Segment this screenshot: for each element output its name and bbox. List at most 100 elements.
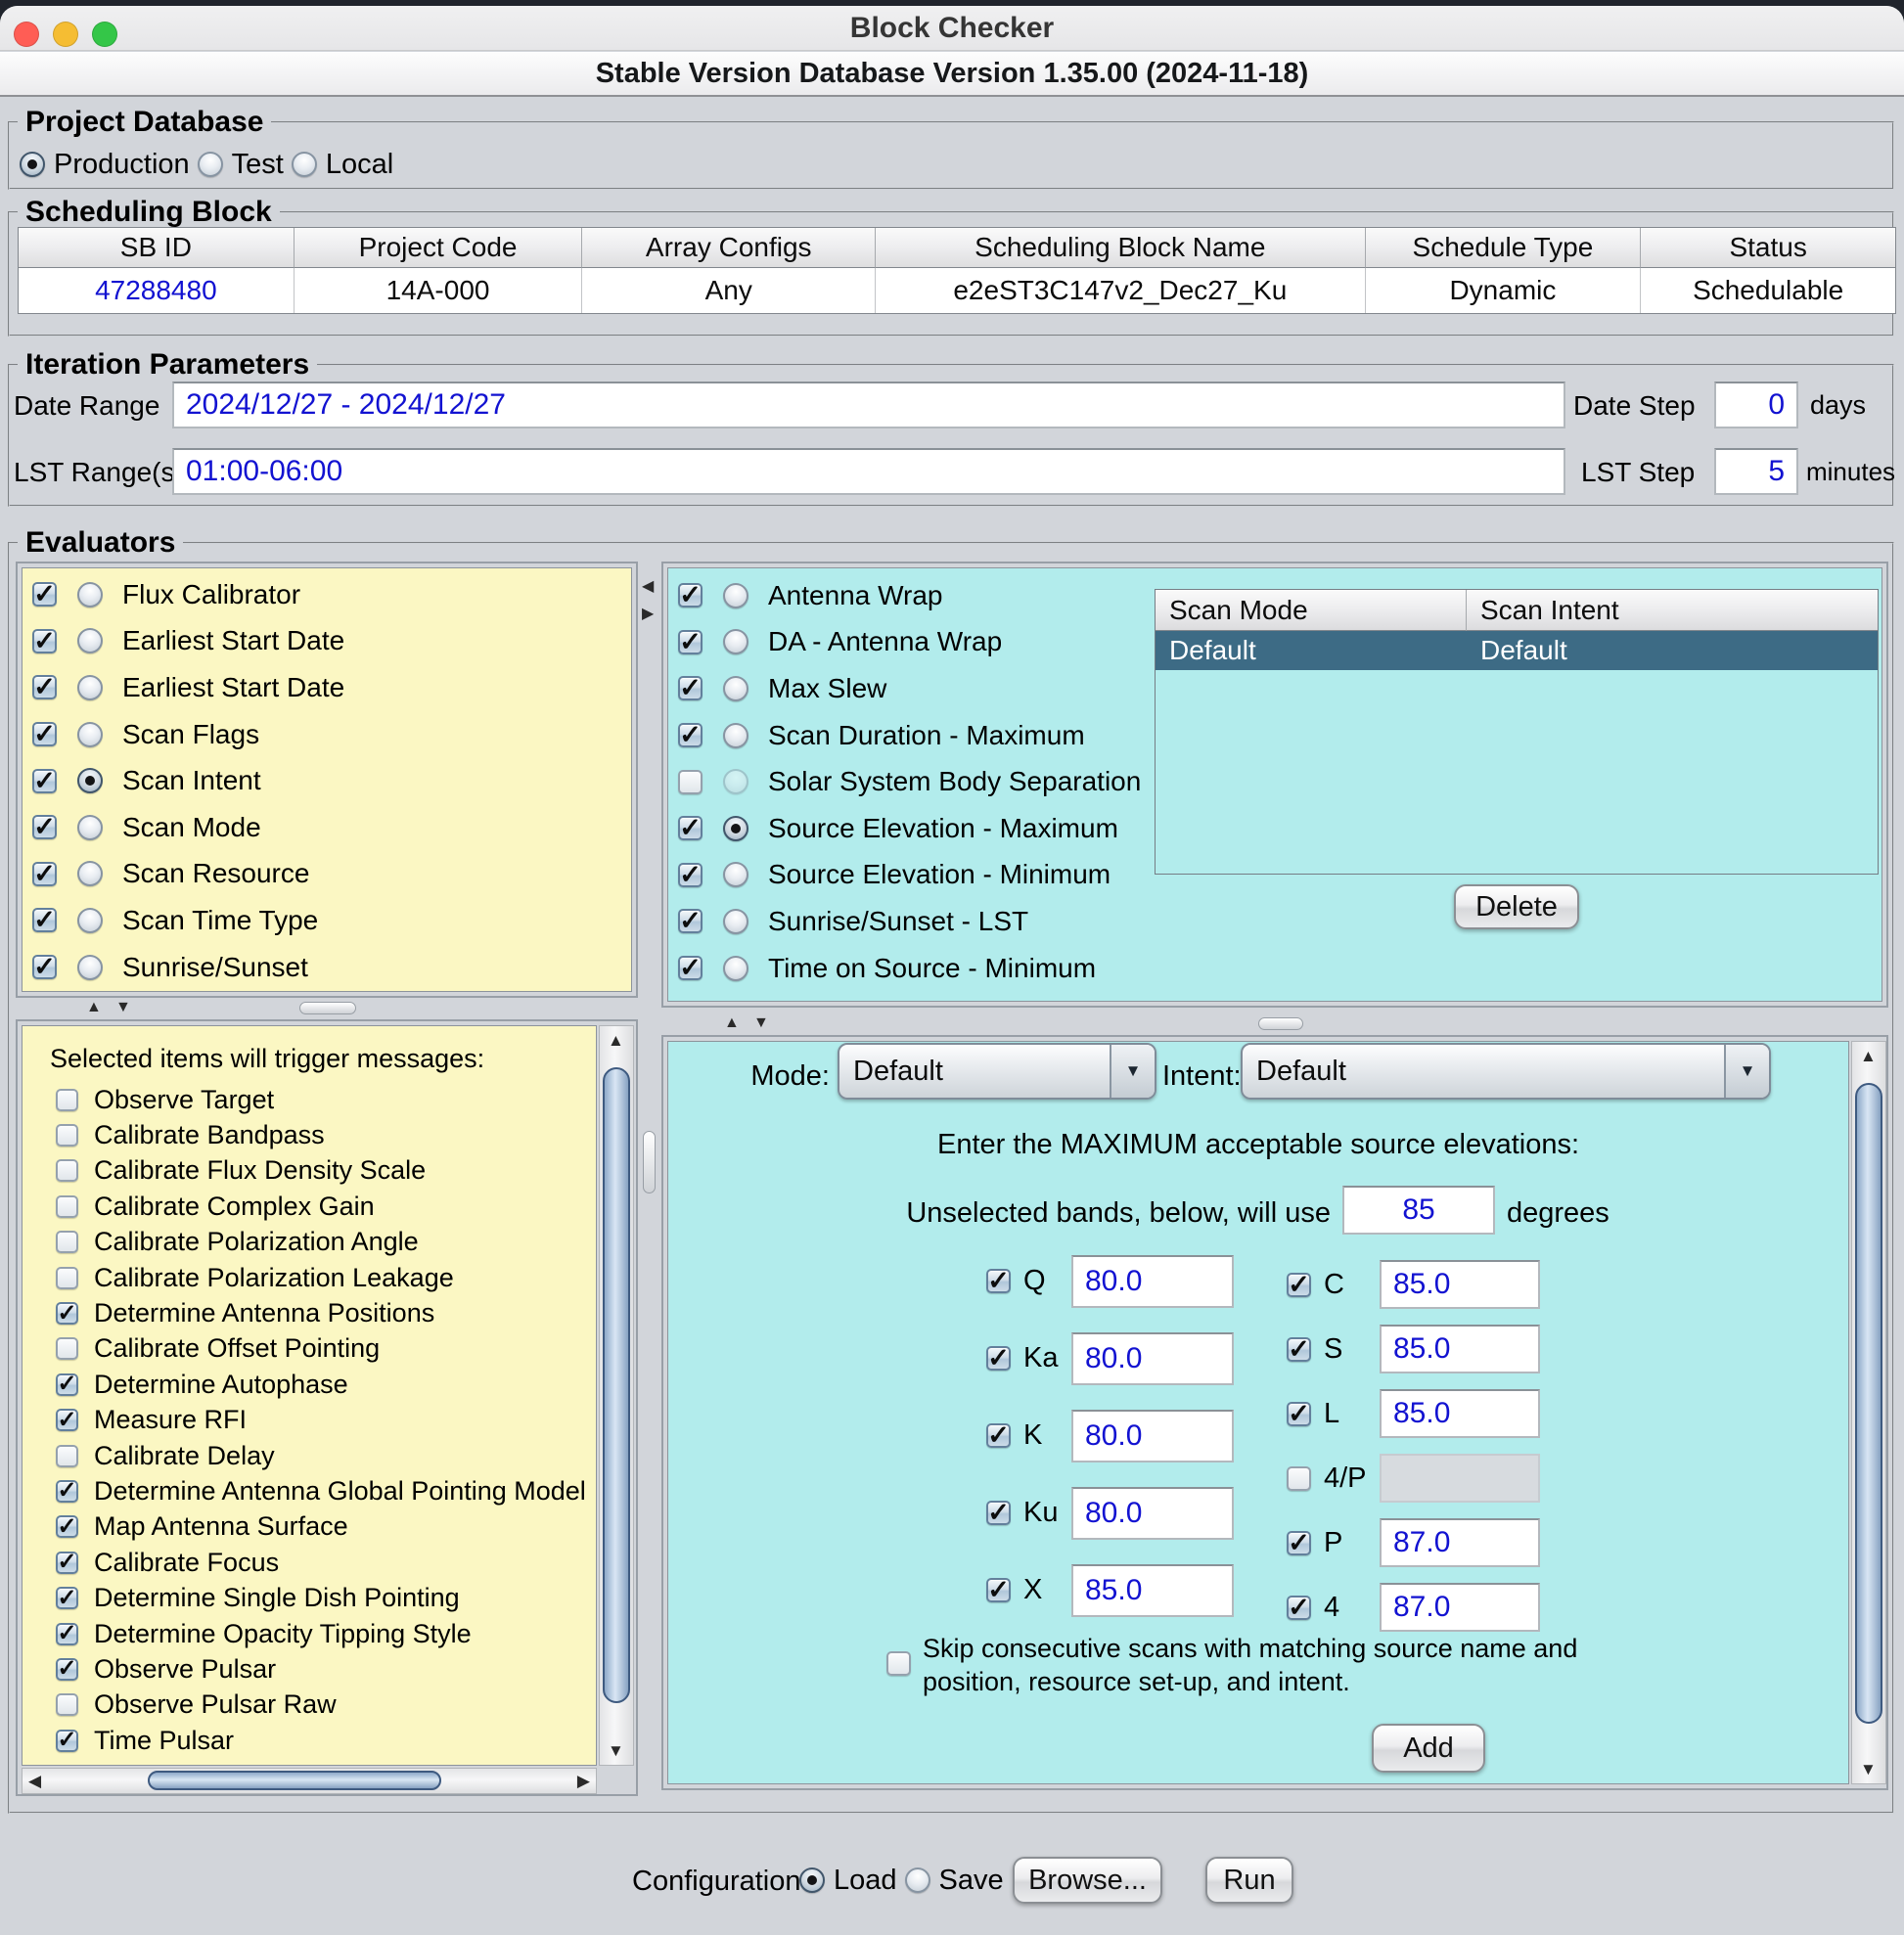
band-checkbox[interactable] xyxy=(1287,1466,1311,1491)
band-elevation-input[interactable]: 85.0 xyxy=(1071,1564,1234,1617)
splitter-collapse-right-icon[interactable]: ▶ xyxy=(642,607,654,622)
constraint-checkbox[interactable]: ✓ xyxy=(678,909,703,933)
trigger-checkbox[interactable] xyxy=(56,1195,78,1218)
trigger-checkbox[interactable] xyxy=(56,1159,78,1182)
evaluator-checkbox[interactable]: ✓ xyxy=(32,815,57,839)
evaluator-radio[interactable] xyxy=(77,908,103,933)
vertical-splitter-grip[interactable] xyxy=(643,1131,656,1193)
lst-step-input[interactable]: 5 xyxy=(1714,448,1798,495)
evaluator-radio[interactable] xyxy=(77,955,103,980)
constraint-checkbox[interactable]: ✓ xyxy=(678,630,703,654)
band-checkbox[interactable]: ✓ xyxy=(1287,1337,1311,1362)
trigger-vscrollbar[interactable]: ▲ ▼ xyxy=(599,1025,634,1766)
trigger-checkbox[interactable] xyxy=(56,1445,78,1467)
band-checkbox[interactable]: ✓ xyxy=(986,1269,1011,1293)
column-header-sb-id[interactable]: SB ID xyxy=(19,228,295,268)
right-splitter-up-icon[interactable]: ▲ xyxy=(724,1015,740,1031)
band-elevation-input[interactable]: 85.0 xyxy=(1380,1389,1540,1438)
configuration-option-save[interactable]: Save xyxy=(905,1865,1012,1897)
date-range-input[interactable]: 2024/12/27 - 2024/12/27 xyxy=(172,382,1565,428)
detail-vscroll-thumb[interactable] xyxy=(1855,1083,1882,1724)
trigger-hscrollbar[interactable]: ◀ ▶ xyxy=(22,1768,597,1794)
project-db-option-test[interactable]: Test xyxy=(198,149,292,181)
close-icon[interactable] xyxy=(14,22,39,47)
configuration-option-radio[interactable] xyxy=(905,1868,930,1893)
constraint-radio[interactable] xyxy=(723,909,748,934)
project-db-option-radio[interactable] xyxy=(292,152,317,177)
scroll-down-icon[interactable]: ▼ xyxy=(608,1742,624,1759)
band-checkbox[interactable]: ✓ xyxy=(1287,1596,1311,1620)
constraint-checkbox[interactable]: ✓ xyxy=(678,816,703,840)
constraint-radio[interactable] xyxy=(723,583,748,608)
column-header-array-configs[interactable]: Array Configs xyxy=(582,228,876,268)
evaluator-checkbox[interactable]: ✓ xyxy=(32,908,57,932)
band-elevation-input[interactable]: 85.0 xyxy=(1380,1325,1540,1373)
scheduling-table-row[interactable]: 4728848014A-000Anye2eST3C147v2_Dec27_KuD… xyxy=(19,268,1895,313)
detail-vscrollbar[interactable]: ▲ ▼ xyxy=(1851,1041,1886,1784)
run-button[interactable]: Run xyxy=(1205,1857,1293,1904)
trigger-checkbox[interactable] xyxy=(56,1765,78,1766)
scroll-right-icon[interactable]: ▶ xyxy=(577,1773,590,1789)
trigger-checkbox[interactable]: ✓ xyxy=(56,1480,78,1503)
evaluator-radio[interactable] xyxy=(77,675,103,700)
mode-dropdown[interactable]: Default ▼ xyxy=(838,1043,1156,1100)
column-header-project-code[interactable]: Project Code xyxy=(295,228,583,268)
constraint-radio[interactable] xyxy=(723,629,748,654)
band-checkbox[interactable]: ✓ xyxy=(1287,1273,1311,1297)
project-db-option-radio[interactable] xyxy=(198,152,223,177)
scan-column-header-scan-intent[interactable]: Scan Intent xyxy=(1467,590,1878,631)
trigger-vscroll-thumb[interactable] xyxy=(603,1067,630,1703)
band-checkbox[interactable]: ✓ xyxy=(986,1423,1011,1448)
trigger-checkbox[interactable]: ✓ xyxy=(56,1658,78,1681)
right-splitter-down-icon[interactable]: ▼ xyxy=(753,1015,769,1031)
band-elevation-input[interactable]: 87.0 xyxy=(1380,1583,1540,1632)
constraint-checkbox[interactable]: ✓ xyxy=(678,676,703,700)
cell-sb-id[interactable]: 47288480 xyxy=(19,268,295,313)
band-elevation-input[interactable]: 80.0 xyxy=(1071,1487,1234,1540)
evaluator-radio[interactable] xyxy=(77,768,103,793)
band-elevation-input[interactable]: 80.0 xyxy=(1071,1255,1234,1308)
trigger-checkbox[interactable] xyxy=(56,1089,78,1111)
scan-column-header-scan-mode[interactable]: Scan Mode xyxy=(1156,590,1467,631)
band-checkbox[interactable]: ✓ xyxy=(986,1578,1011,1602)
band-checkbox[interactable]: ✓ xyxy=(1287,1402,1311,1426)
trigger-checkbox[interactable]: ✓ xyxy=(56,1623,78,1645)
band-checkbox[interactable]: ✓ xyxy=(986,1346,1011,1371)
constraint-checkbox[interactable]: ✓ xyxy=(678,863,703,887)
date-step-input[interactable]: 0 xyxy=(1714,382,1798,428)
evaluator-checkbox[interactable]: ✓ xyxy=(32,955,57,979)
trigger-checkbox[interactable] xyxy=(56,1124,78,1147)
minimize-icon[interactable] xyxy=(53,22,78,47)
trigger-checkbox[interactable]: ✓ xyxy=(56,1730,78,1752)
trigger-checkbox[interactable] xyxy=(56,1231,78,1253)
scroll-up-icon[interactable]: ▲ xyxy=(1860,1048,1877,1064)
scroll-left-icon[interactable]: ◀ xyxy=(28,1773,41,1789)
evaluator-checkbox[interactable]: ✓ xyxy=(32,675,57,699)
scroll-up-icon[interactable]: ▲ xyxy=(608,1032,624,1049)
constraint-radio[interactable] xyxy=(723,816,748,841)
right-splitter-grip[interactable] xyxy=(1258,1017,1303,1030)
trigger-checkbox[interactable]: ✓ xyxy=(56,1409,78,1431)
left-splitter-grip[interactable] xyxy=(299,1002,356,1014)
constraint-radio[interactable] xyxy=(723,676,748,701)
constraint-checkbox[interactable]: ✓ xyxy=(678,956,703,980)
trigger-checkbox[interactable]: ✓ xyxy=(56,1302,78,1325)
evaluator-checkbox[interactable]: ✓ xyxy=(32,629,57,653)
trigger-checkbox[interactable] xyxy=(56,1267,78,1289)
zoom-icon[interactable] xyxy=(92,22,117,47)
band-checkbox[interactable]: ✓ xyxy=(986,1501,1011,1525)
project-db-option-local[interactable]: Local xyxy=(292,149,401,181)
delete-button[interactable]: Delete xyxy=(1454,884,1579,929)
trigger-checkbox[interactable]: ✓ xyxy=(56,1587,78,1609)
trigger-checkbox[interactable]: ✓ xyxy=(56,1552,78,1574)
evaluator-checkbox[interactable]: ✓ xyxy=(32,722,57,746)
splitter-collapse-left-icon[interactable]: ◀ xyxy=(642,579,654,595)
trigger-hscroll-thumb[interactable] xyxy=(148,1771,441,1790)
band-elevation-input[interactable]: 87.0 xyxy=(1380,1518,1540,1567)
evaluator-radio[interactable] xyxy=(77,582,103,608)
evaluator-radio[interactable] xyxy=(77,815,103,840)
skip-consecutive-checkbox[interactable] xyxy=(886,1651,911,1676)
column-header-status[interactable]: Status xyxy=(1641,228,1895,268)
project-db-option-radio[interactable] xyxy=(20,152,45,177)
constraint-radio[interactable] xyxy=(723,723,748,748)
